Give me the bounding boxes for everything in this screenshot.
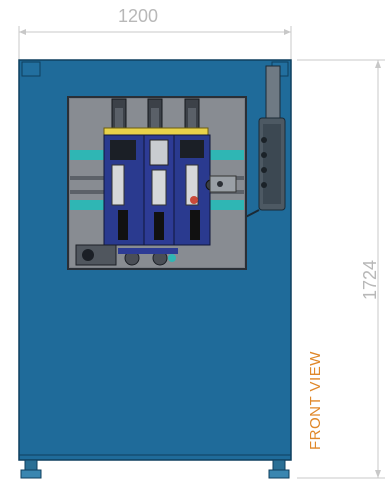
view-label: FRONT VIEW xyxy=(307,351,324,450)
front-view-drawing: 1200 1724 FRONT VIEW xyxy=(18,6,385,479)
leveling-foot-icon xyxy=(20,459,290,479)
height-dimension-label: 1724 xyxy=(360,260,380,300)
inspection-window xyxy=(67,96,247,270)
width-dimension-label: 1200 xyxy=(118,6,158,26)
corner-bracket-icon xyxy=(21,61,41,77)
width-dimension: 1200 xyxy=(18,6,292,60)
